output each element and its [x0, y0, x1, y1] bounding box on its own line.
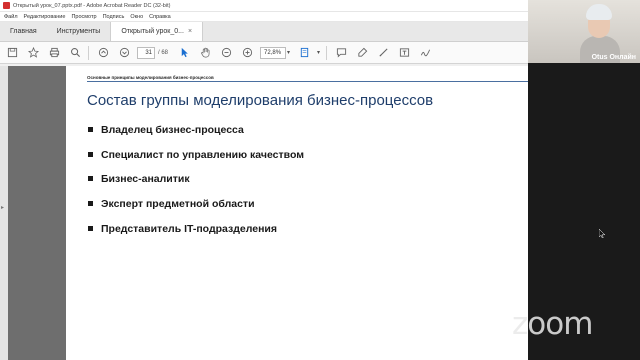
menu-window[interactable]: Окно	[130, 14, 143, 20]
menu-bar: Файл Редактирование Просмотр Подпись Окн…	[0, 12, 528, 22]
document-viewer[interactable]: ▸ Основные принципы моделирования бизнес…	[0, 66, 528, 360]
text-edit-icon[interactable]	[396, 45, 412, 61]
print-icon[interactable]	[46, 45, 62, 61]
highlight-icon[interactable]	[354, 45, 370, 61]
zoom-watermark: zoom	[512, 306, 593, 342]
list-item: Эксперт предметной области	[88, 198, 304, 223]
bullet-icon	[88, 151, 93, 157]
bookmark-icon[interactable]	[25, 45, 41, 61]
participant-hair	[586, 4, 612, 20]
participant-video[interactable]: Otus Онлайн	[528, 0, 640, 63]
bullet-text: Бизнес-аналитик	[101, 173, 190, 186]
bullet-icon	[88, 201, 93, 207]
title-bar: Открытый урок_07.pptx.pdf - Adobe Acroba…	[0, 0, 528, 12]
tab-bar: Главная Инструменты Открытый урок_0... ×	[0, 22, 528, 42]
menu-file[interactable]: Файл	[4, 14, 18, 20]
page-up-icon[interactable]	[95, 45, 111, 61]
hand-icon[interactable]	[197, 45, 213, 61]
menu-help[interactable]: Справка	[149, 14, 171, 20]
bullet-text: Специалист по управлению качеством	[101, 148, 304, 161]
zoom-out-icon[interactable]	[218, 45, 234, 61]
participant-name: Otus Онлайн	[591, 54, 636, 61]
zoom-level-input[interactable]: 72,8%	[260, 46, 287, 59]
tab-tools[interactable]: Инструменты	[47, 22, 111, 41]
pdf-page: Основные принципы моделирования бизнес-п…	[66, 66, 528, 360]
list-item: Бизнес-аналитик	[88, 173, 304, 198]
slide-title: Состав группы моделирования бизнес-проце…	[87, 92, 434, 109]
fit-page-icon[interactable]	[296, 45, 312, 61]
mouse-cursor-icon	[599, 229, 605, 238]
bullet-text: Эксперт предметной области	[101, 198, 255, 211]
save-icon[interactable]	[4, 45, 20, 61]
fit-dropdown-chevron-icon[interactable]: ▾	[317, 49, 320, 56]
bullet-icon	[88, 127, 93, 132]
menu-view[interactable]: Просмотр	[71, 14, 96, 20]
left-panel-toggle[interactable]: ▸	[0, 66, 8, 360]
list-item: Владелец бизнес-процесса	[88, 124, 304, 149]
page-down-icon[interactable]	[116, 45, 132, 61]
bullet-icon	[88, 225, 93, 231]
tab-home[interactable]: Главная	[0, 22, 47, 41]
slide-header: Основные принципы моделирования бизнес-п…	[87, 75, 214, 80]
bullet-text: Владелец бизнес-процесса	[101, 124, 244, 136]
page-total: / 68	[158, 49, 169, 56]
sign-icon[interactable]	[417, 45, 433, 61]
expand-left-icon[interactable]: ▸	[1, 204, 4, 211]
tab-document-label: Открытый урок_0...	[121, 28, 184, 35]
bullet-icon	[88, 176, 93, 182]
toolbar-separator	[326, 45, 328, 60]
menu-sign[interactable]: Подпись	[103, 14, 125, 20]
list-item: Специалист по управлению качеством	[88, 149, 304, 174]
comment-icon[interactable]	[333, 45, 349, 61]
bullet-text: Представитель IT-подразделения	[101, 222, 278, 235]
zoom-dropdown-chevron-icon[interactable]: ▾	[287, 49, 290, 56]
toolbar: 31 / 68 72,8% ▾ ▾	[0, 42, 528, 64]
draw-icon[interactable]	[375, 45, 391, 61]
acrobat-logo-icon	[3, 2, 10, 9]
zoom-in-icon[interactable]	[239, 45, 255, 61]
tab-close-icon[interactable]: ×	[188, 28, 192, 35]
tab-document[interactable]: Открытый урок_0... ×	[110, 22, 204, 41]
window-title: Открытый урок_07.pptx.pdf - Adobe Acroba…	[13, 2, 171, 9]
page-number-input[interactable]: 31	[137, 46, 155, 59]
select-cursor-icon[interactable]	[176, 45, 192, 61]
slide-bullet-list: Владелец бизнес-процесса Специалист по у…	[88, 124, 304, 247]
toolbar-separator	[88, 45, 89, 60]
menu-edit[interactable]: Редактирование	[24, 14, 66, 20]
slide-header-rule	[87, 81, 528, 82]
search-icon[interactable]	[67, 45, 83, 61]
acrobat-window: Открытый урок_07.pptx.pdf - Adobe Acroba…	[0, 0, 528, 360]
list-item: Представитель IT-подразделения	[88, 223, 304, 248]
